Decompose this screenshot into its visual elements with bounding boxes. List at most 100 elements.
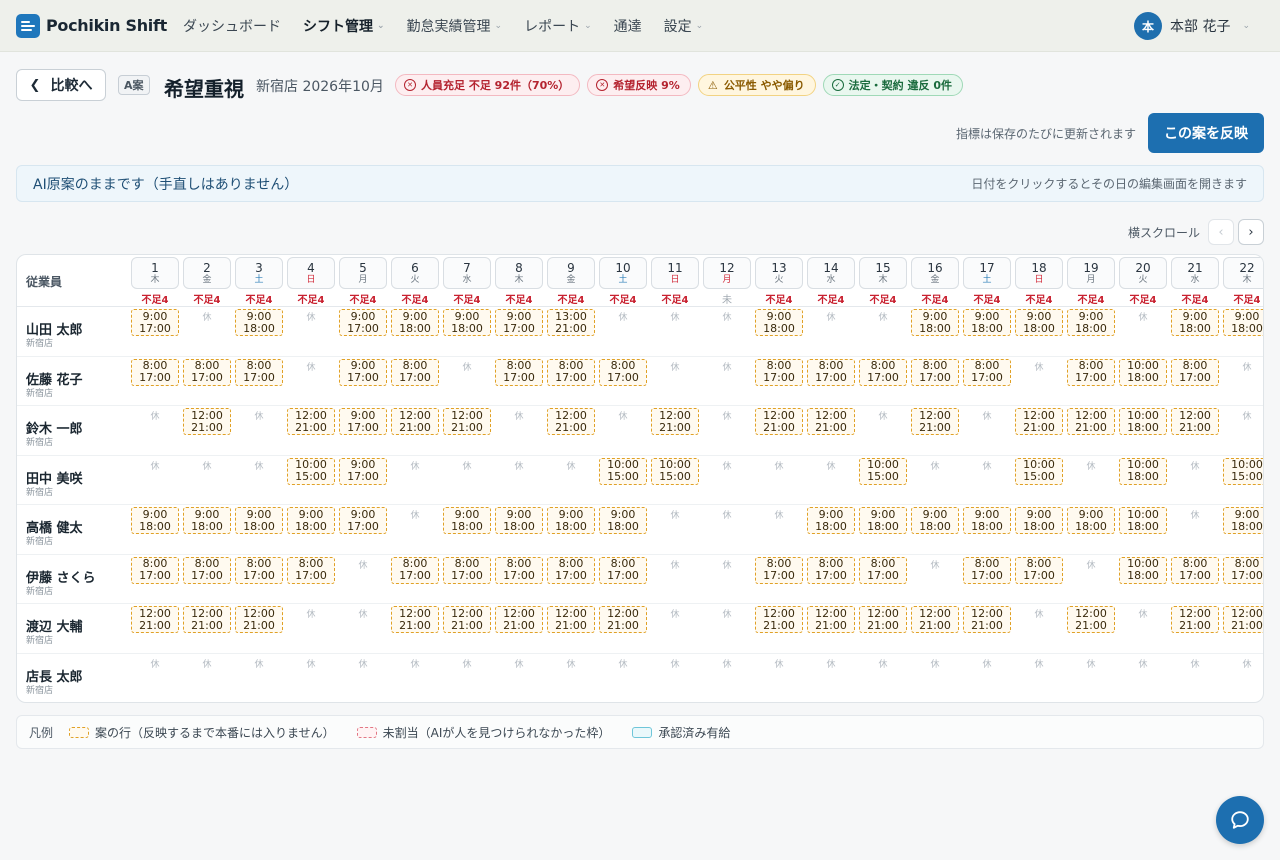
- shift-cell[interactable]: 12:00 21:00: [911, 408, 959, 435]
- shift-cell[interactable]: 9:00 18:00: [807, 507, 855, 534]
- shift-cell[interactable]: 12:00 21:00: [443, 606, 491, 633]
- shift-cell[interactable]: 8:00 17:00: [1015, 556, 1063, 584]
- day-off-cell[interactable]: 休: [1171, 459, 1219, 472]
- day-header-15[interactable]: 15 木: [859, 257, 907, 289]
- chat-button[interactable]: [1216, 796, 1264, 844]
- shift-cell[interactable]: 10:00 18:00: [1119, 457, 1167, 485]
- day-off-cell[interactable]: 休: [391, 459, 439, 472]
- shift-cell[interactable]: 9:00 18:00: [755, 309, 803, 336]
- metric-chip[interactable]: ✕ 人員充足 不足 92件（70%）: [395, 74, 581, 96]
- shift-cell[interactable]: 9:00 17:00: [339, 408, 387, 435]
- shift-cell[interactable]: 13:00 21:00: [547, 309, 595, 336]
- day-off-cell[interactable]: 休: [703, 607, 751, 620]
- day-off-cell[interactable]: 休: [599, 310, 647, 323]
- day-off-cell[interactable]: 休: [1223, 360, 1263, 373]
- shift-cell[interactable]: 9:00 18:00: [391, 309, 439, 336]
- shift-cell[interactable]: 10:00 15:00: [651, 457, 699, 485]
- day-off-cell[interactable]: 休: [1223, 657, 1263, 670]
- day-off-cell[interactable]: 休: [495, 657, 543, 670]
- scroll-right-button[interactable]: ›: [1238, 219, 1265, 245]
- day-off-cell[interactable]: 休: [755, 459, 803, 472]
- shift-cell[interactable]: 8:00 17:00: [911, 358, 959, 386]
- nav-item-4[interactable]: 通達: [614, 16, 642, 36]
- day-off-cell[interactable]: 休: [911, 459, 959, 472]
- shift-cell[interactable]: 10:00 15:00: [1223, 457, 1263, 485]
- shift-cell[interactable]: 8:00 17:00: [1067, 358, 1115, 386]
- day-header-13[interactable]: 13 火: [755, 257, 803, 289]
- metric-chip[interactable]: ✓ 法定・契約 違反 0件: [822, 74, 963, 96]
- day-off-cell[interactable]: 休: [963, 459, 1011, 472]
- day-off-cell[interactable]: 休: [495, 409, 543, 422]
- day-off-cell[interactable]: 休: [235, 459, 283, 472]
- day-header-6[interactable]: 6火: [391, 257, 439, 289]
- day-off-cell[interactable]: 休: [495, 459, 543, 472]
- day-off-cell[interactable]: 休: [911, 558, 959, 571]
- shift-cell[interactable]: 12:00 21:00: [183, 606, 231, 633]
- shift-cell[interactable]: 10:00 18:00: [1119, 556, 1167, 584]
- shift-cell[interactable]: 12:00 21:00: [859, 606, 907, 633]
- shift-cell[interactable]: 12:00 21:00: [443, 408, 491, 435]
- shift-cell[interactable]: 12:00 21:00: [755, 408, 803, 435]
- shift-cell[interactable]: 9:00 18:00: [131, 507, 179, 534]
- day-off-cell[interactable]: 休: [391, 657, 439, 670]
- day-header-16[interactable]: 16 金: [911, 257, 959, 289]
- shift-cell[interactable]: 8:00 17:00: [547, 556, 595, 584]
- day-off-cell[interactable]: 休: [183, 310, 231, 323]
- shift-cell[interactable]: 12:00 21:00: [1171, 408, 1219, 435]
- shift-cell[interactable]: 8:00 17:00: [599, 358, 647, 386]
- day-off-cell[interactable]: 休: [287, 360, 335, 373]
- shift-cell[interactable]: 8:00 17:00: [235, 556, 283, 584]
- shift-cell[interactable]: 8:00 17:00: [131, 556, 179, 584]
- shift-cell[interactable]: 9:00 18:00: [963, 507, 1011, 534]
- day-header-20[interactable]: 20 火: [1119, 257, 1167, 289]
- shift-cell[interactable]: 9:00 17:00: [339, 309, 387, 336]
- day-off-cell[interactable]: 休: [703, 409, 751, 422]
- shift-cell[interactable]: 8:00 17:00: [755, 556, 803, 584]
- day-header-17[interactable]: 17 土: [963, 257, 1011, 289]
- day-header-7[interactable]: 7水: [443, 257, 491, 289]
- day-off-cell[interactable]: 休: [651, 607, 699, 620]
- shift-cell[interactable]: 9:00 18:00: [547, 507, 595, 534]
- shift-cell[interactable]: 12:00 21:00: [235, 606, 283, 633]
- shift-cell[interactable]: 8:00 17:00: [235, 358, 283, 386]
- day-off-cell[interactable]: 休: [755, 508, 803, 521]
- shift-cell[interactable]: 10:00 18:00: [1119, 507, 1167, 534]
- day-off-cell[interactable]: 休: [183, 657, 231, 670]
- shift-cell[interactable]: 9:00 18:00: [287, 507, 335, 534]
- day-off-cell[interactable]: 休: [1171, 657, 1219, 670]
- shift-cell[interactable]: 9:00 17:00: [339, 457, 387, 485]
- day-off-cell[interactable]: 休: [131, 459, 179, 472]
- day-off-cell[interactable]: 休: [287, 607, 335, 620]
- nav-item-2[interactable]: 勤怠実績管理 ⌄: [407, 16, 503, 36]
- day-off-cell[interactable]: 休: [131, 657, 179, 670]
- day-off-cell[interactable]: 休: [651, 657, 699, 670]
- shift-cell[interactable]: 12:00 21:00: [807, 408, 855, 435]
- day-off-cell[interactable]: 休: [703, 310, 751, 323]
- day-header-11[interactable]: 11 日: [651, 257, 699, 289]
- metric-chip[interactable]: ✕ 希望反映 9%: [587, 74, 691, 96]
- shift-cell[interactable]: 12:00 21:00: [1067, 606, 1115, 633]
- day-off-cell[interactable]: 休: [1119, 657, 1167, 670]
- day-off-cell[interactable]: 休: [963, 657, 1011, 670]
- shift-cell[interactable]: 12:00 21:00: [1067, 408, 1115, 435]
- nav-item-3[interactable]: レポート ⌄: [524, 16, 592, 36]
- day-off-cell[interactable]: 休: [339, 558, 387, 571]
- day-off-cell[interactable]: 休: [547, 459, 595, 472]
- day-off-cell[interactable]: 休: [1015, 607, 1063, 620]
- day-off-cell[interactable]: 休: [1067, 558, 1115, 571]
- day-header-19[interactable]: 19 月: [1067, 257, 1115, 289]
- shift-cell[interactable]: 8:00 17:00: [859, 358, 907, 386]
- shift-cell[interactable]: 8:00 17:00: [807, 358, 855, 386]
- shift-cell[interactable]: 10:00 15:00: [1015, 457, 1063, 485]
- shift-cell[interactable]: 10:00 18:00: [1119, 358, 1167, 386]
- shift-cell[interactable]: 9:00 18:00: [1067, 507, 1115, 534]
- shift-cell[interactable]: 12:00 21:00: [495, 606, 543, 633]
- shift-cell[interactable]: 8:00 17:00: [1171, 556, 1219, 584]
- shift-cell[interactable]: 8:00 17:00: [963, 556, 1011, 584]
- shift-cell[interactable]: 12:00 21:00: [755, 606, 803, 633]
- day-header-1[interactable]: 1木: [131, 257, 179, 289]
- shift-cell[interactable]: 9:00 18:00: [235, 507, 283, 534]
- shift-cell[interactable]: 12:00 21:00: [547, 606, 595, 633]
- shift-cell[interactable]: 8:00 17:00: [963, 358, 1011, 386]
- day-off-cell[interactable]: 休: [1223, 409, 1263, 422]
